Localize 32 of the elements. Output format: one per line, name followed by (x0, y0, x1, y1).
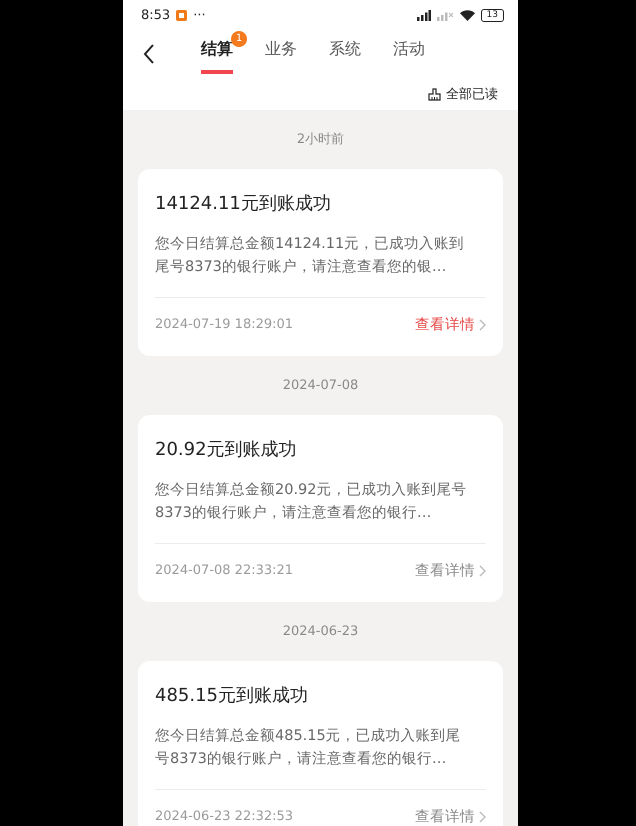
date-label: 2024-06-23 (282, 623, 360, 641)
message-text: 您今日结算总金额20.92元，已成功入账到尾号8373的银行账户，请注意查看您的银行… (155, 480, 468, 523)
message-title: 485.15元到账成功 (155, 684, 309, 707)
chevron-right-icon (479, 564, 486, 576)
view-details-link[interactable]: 查看详情 (415, 807, 486, 826)
mark-all-read-button[interactable]: 全部已读 (428, 85, 498, 103)
view-details-link[interactable]: 查看详情 (415, 315, 486, 334)
message-time: 2024-06-23 22:32:53 (155, 809, 294, 824)
tab[interactable]: 系统 (329, 34, 361, 74)
view-details-link[interactable]: 查看详情 (415, 561, 486, 580)
status-time: 8:53 (141, 8, 170, 22)
no-signal-icon (436, 10, 454, 20)
more-indicator: ··· (193, 8, 206, 22)
tab[interactable]: 业务 (265, 34, 297, 74)
app-notification-icon (176, 10, 188, 20)
message-title: 20.92元到账成功 (155, 438, 298, 461)
message-title: 14124.11元到账成功 (155, 192, 332, 215)
count-badge: 1 (231, 30, 247, 46)
chevron-right-icon (479, 810, 486, 822)
date-label: 2小时前 (296, 131, 346, 149)
wifi-icon (460, 10, 475, 20)
back-icon[interactable] (143, 44, 155, 64)
date-label: 2024-07-08 (282, 377, 360, 395)
message-text: 您今日结算总金额14124.11元，已成功入账到尾号8373的银行账户，请注意查看您的银… (155, 234, 466, 277)
message-time: 2024-07-19 18:29:01 (155, 317, 294, 332)
chevron-right-icon (479, 318, 486, 330)
message-time: 2024-07-08 22:33:21 (155, 563, 294, 578)
message-text: 您今日结算总金额485.15元，已成功入账到尾号8373的银行账户，请注意查看您的银行… (155, 726, 462, 769)
broom-icon (428, 88, 441, 100)
signal-icon (416, 10, 431, 20)
battery-indicator: 13 (480, 8, 504, 22)
tab[interactable]: 活动 (393, 34, 425, 74)
